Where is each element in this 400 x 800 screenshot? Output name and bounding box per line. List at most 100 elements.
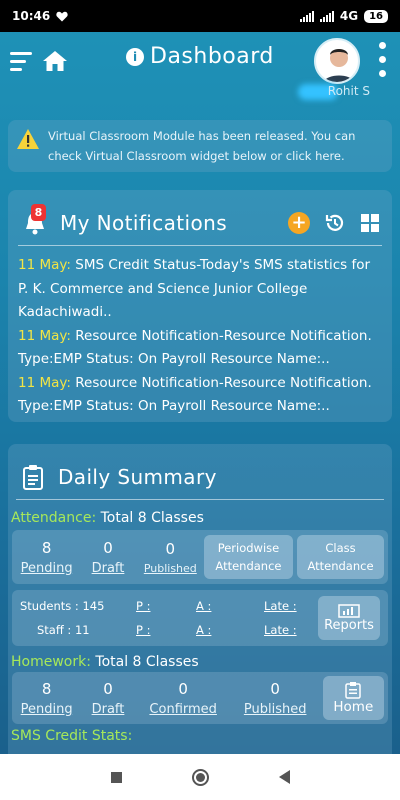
students-absent-link[interactable]: A : [196,594,264,618]
homework-stats-panel: 8 Pending 0 Draft 0 Confirmed 0 Publishe… [12,672,388,724]
clipboard-icon [23,464,43,490]
notifications-header: 8 My Notifications + [18,200,382,246]
attendance-published-link[interactable]: Published [139,562,202,575]
homework-confirmed-link[interactable]: Confirmed [139,702,228,717]
staff-absent-link[interactable]: A : [196,618,264,642]
sms-credit-heading: SMS Credit Stats: [11,728,388,744]
history-icon[interactable] [324,212,346,234]
staff-count: 11 [74,623,90,637]
username: Rohit S [327,84,370,98]
homework-published-count: 0 [270,679,280,698]
homework-draft[interactable]: 0 Draft [77,680,138,717]
attendance-draft-link[interactable]: Draft [77,561,138,576]
students-label: Students : [20,599,79,613]
announcement-text: Virtual Classroom Module has been releas… [48,129,356,163]
app-header: i Dashboard [0,32,400,90]
battery-icon: 16 [364,9,388,23]
announcement-banner[interactable]: Virtual Classroom Module has been releas… [8,120,392,172]
home-icon[interactable] [42,50,68,72]
notification-text: SMS Credit Status-Today's SMS statistics… [18,257,371,320]
staff-label: Staff : [37,623,72,637]
students-late-link[interactable]: Late : [264,594,314,618]
homework-pending-link[interactable]: Pending [16,702,77,717]
periodwise-label-2: Attendance [215,559,282,573]
status-bar: 10:46 4G 16 [0,0,400,32]
home-label: Home [333,699,374,715]
attendance-pending-count: 8 [41,538,52,557]
attendance-pending-link[interactable]: Pending [16,561,77,576]
staff-late-link[interactable]: Late : [264,618,314,642]
homework-home-button[interactable]: Home [322,676,384,720]
homework-confirmed[interactable]: 0 Confirmed [139,680,228,717]
summary-title: Daily Summary [58,464,217,489]
homework-confirmed-count: 0 [178,679,188,698]
notification-count-badge: 8 [31,203,46,221]
homework-pending-count: 8 [41,679,52,698]
grid-view-icon[interactable] [360,213,380,233]
attendance-published-count: 0 [165,539,176,558]
attendance-published[interactable]: 0 Published [139,540,202,575]
notification-item[interactable]: 11 May: Resource Notification-Resource N… [18,372,382,419]
info-icon[interactable]: i [126,47,144,66]
add-icon[interactable]: + [288,211,310,234]
reports-label: Reports [324,617,374,633]
homework-heading: Homework: Total 8 Classes [11,654,388,670]
notifications-title: My Notifications [60,210,228,235]
status-time: 10:46 [12,9,51,23]
title-group: i Dashboard [126,44,274,69]
reports-button[interactable]: Reports [318,596,380,640]
notification-date: 11 May: [18,257,71,273]
user-avatar-icon [323,49,355,82]
notification-item[interactable]: 11 May: Resource Notification-Resource N… [18,325,382,372]
more-options-icon[interactable] [379,42,386,77]
homework-published[interactable]: 0 Published [228,680,323,717]
homework-pending[interactable]: 8 Pending [16,680,77,717]
system-nav-bar [0,754,400,800]
avatar[interactable] [314,38,360,84]
homework-draft-link[interactable]: Draft [77,702,138,717]
notification-item[interactable]: 11 May: SMS Credit Status-Today's SMS st… [18,254,382,325]
home-nav-icon[interactable] [191,768,209,786]
notification-date: 11 May: [18,327,71,344]
menu-icon[interactable] [10,51,32,71]
notification-text: Resource Notification-Resource Notificat… [18,374,372,415]
summary-header: Daily Summary [16,454,384,500]
notifications-card: 8 My Notifications + 11 May: SMS Credit … [8,190,392,422]
attendance-stats-panel: 8 Pending 0 Draft 0 Published Periodwise… [12,530,388,584]
homework-published-link[interactable]: Published [228,702,323,717]
late-column: Late : Late : [264,594,314,642]
periodwise-label-1: Periodwise [217,541,280,555]
headcount-column: Students : 145 Staff : 11 [20,594,136,642]
attendance-draft[interactable]: 0 Draft [77,539,138,576]
homework-total: Total 8 Classes [95,654,199,670]
attendance-draft-count: 0 [103,538,113,557]
students-present-link[interactable]: P : [136,594,196,618]
attendance-pending[interactable]: 8 Pending [16,539,77,576]
notification-list: 11 May: SMS Credit Status-Today's SMS st… [18,246,382,419]
class-label-1: Class [325,541,356,555]
class-attendance-button[interactable]: Class Attendance [296,535,384,579]
attendance-total: Total 8 Classes [100,510,204,526]
staff-row: Staff : 11 [20,618,136,642]
notifications-actions: + [288,211,380,234]
bell-icon[interactable]: 8 [20,203,50,238]
students-count: 145 [82,599,105,613]
page-title: Dashboard [150,44,274,69]
staff-present-link[interactable]: P : [136,618,196,642]
homework-clipboard-icon [345,682,362,699]
reports-icon [338,603,360,618]
attendance-heading: Attendance: Total 8 Classes [11,510,388,526]
recent-apps-icon[interactable] [110,771,122,783]
signal-icon-2 [319,10,334,22]
back-icon[interactable] [278,770,290,784]
attendance-counts-panel: Students : 145 Staff : 11 P : P : A : A … [12,590,388,646]
signal-icon [299,10,314,22]
attendance-label: Attendance: [11,510,97,526]
heart-icon [56,11,68,21]
class-label-2: Attendance [307,559,374,573]
warning-icon [17,129,39,149]
notification-date: 11 May: [18,374,71,391]
present-column: P : P : [136,594,196,642]
periodwise-attendance-button[interactable]: Periodwise Attendance [203,535,293,579]
sms-credit-label: SMS Credit Stats: [11,728,133,744]
